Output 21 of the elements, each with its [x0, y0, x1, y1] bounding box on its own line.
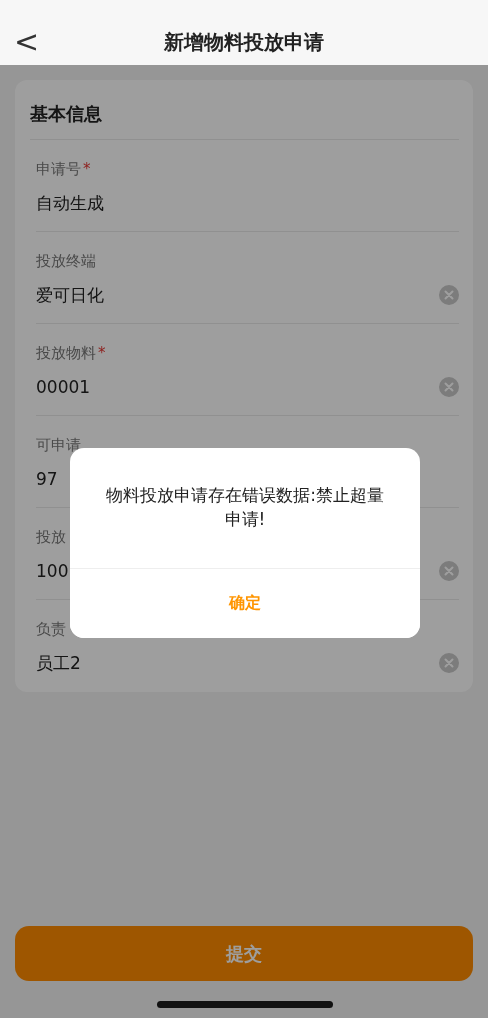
field-label: 负责 [36, 619, 67, 640]
field-value[interactable]: 自动生成 [36, 190, 104, 216]
field-value[interactable]: 爱可日化 [36, 282, 104, 308]
field-label: 投放物料 [36, 344, 96, 362]
clear-icon[interactable] [439, 653, 459, 674]
page-title: 新增物料投放申请 [163, 28, 325, 56]
clear-icon[interactable] [439, 285, 459, 306]
field-value[interactable]: 员工2 [36, 650, 81, 676]
field-value[interactable]: 00001 [36, 374, 91, 400]
dialog-message: 物料投放申请存在错误数据:禁止超量申请! [105, 484, 385, 531]
required-mark: * [98, 344, 106, 362]
field-label: 投放 [36, 527, 67, 548]
required-mark: * [83, 160, 91, 178]
field-label: 申请号 [36, 160, 81, 178]
back-button[interactable]: < [0, 26, 48, 57]
clear-icon[interactable] [439, 377, 459, 398]
field-value[interactable]: 97 [36, 466, 58, 492]
section-title: 基本信息 [30, 80, 459, 140]
clear-icon[interactable] [439, 561, 459, 582]
field-label: 投放终端 [36, 251, 97, 272]
field-value[interactable]: 100 [36, 558, 69, 584]
